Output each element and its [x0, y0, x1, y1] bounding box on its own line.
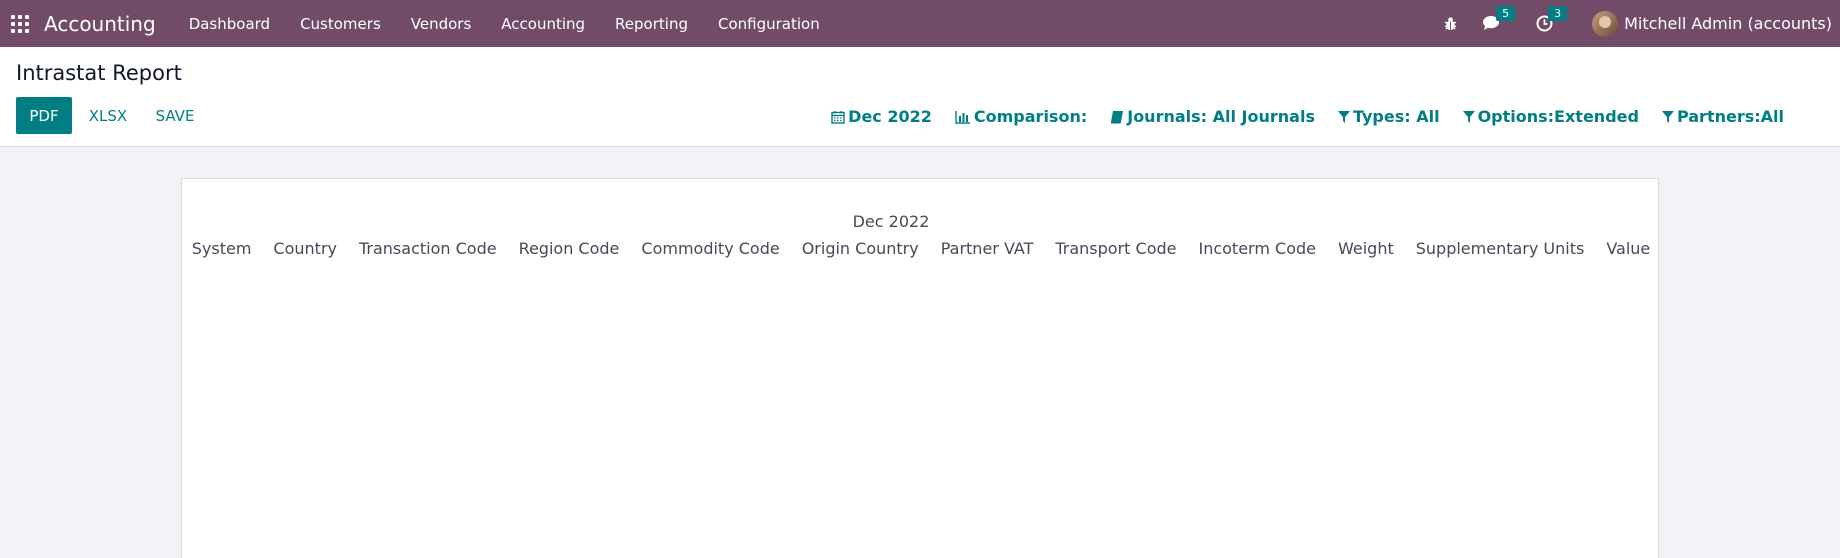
column-header-transaction-code: Transaction Code	[358, 239, 497, 258]
column-header-transport-code: Transport Code	[1055, 239, 1177, 258]
options-filter-label: Options:Extended	[1477, 107, 1639, 126]
menu-reporting[interactable]: Reporting	[600, 15, 703, 33]
messages-badge: 5	[1496, 5, 1516, 21]
column-header-region-code: Region Code	[518, 239, 620, 258]
app-name[interactable]: Accounting	[44, 12, 156, 36]
funnel-icon	[1337, 110, 1350, 123]
report-period-header: Dec 2022	[182, 212, 1660, 231]
column-header-supplementary-units: Supplementary Units	[1415, 239, 1585, 258]
column-header-value: Value	[1606, 239, 1651, 258]
report-period-label: Dec 2022	[852, 212, 930, 231]
bar-chart-icon	[955, 110, 970, 124]
debug-bug-icon[interactable]	[1440, 14, 1460, 34]
report-filters: Dec 2022 Comparison: Journals: All Journ…	[808, 107, 1784, 126]
menu-vendors[interactable]: Vendors	[396, 15, 487, 33]
column-header-country: Country	[273, 239, 337, 258]
funnel-icon	[1661, 110, 1674, 123]
column-header-incoterm-code: Incoterm Code	[1198, 239, 1316, 258]
comparison-filter-label: Comparison:	[973, 107, 1088, 126]
control-panel: Intrastat Report PDF XLSX SAVE Dec 2022 …	[0, 47, 1840, 147]
column-header-system: System	[191, 239, 252, 258]
apps-menu-icon[interactable]	[11, 14, 29, 33]
menu-dashboard[interactable]: Dashboard	[174, 15, 285, 33]
pdf-button[interactable]: PDF	[16, 97, 72, 134]
user-name[interactable]: Mitchell Admin (accounts)	[1624, 14, 1832, 33]
column-header-commodity-code: Commodity Code	[641, 239, 780, 258]
book-icon	[1111, 110, 1124, 123]
top-navbar: Accounting Dashboard Customers Vendors A…	[0, 0, 1840, 47]
column-header-partner-vat: Partner VAT	[940, 239, 1034, 258]
date-filter-label: Dec 2022	[848, 107, 932, 126]
menu-accounting[interactable]: Accounting	[486, 15, 600, 33]
report-sheet: Dec 2022 System Country Transaction Code…	[181, 178, 1659, 558]
activities-badge: 3	[1548, 5, 1568, 21]
column-header-origin-country: Origin Country	[801, 239, 919, 258]
options-filter[interactable]: Options:Extended	[1462, 107, 1639, 126]
messages-chat-icon[interactable]: 5	[1482, 5, 1516, 34]
funnel-icon	[1462, 110, 1475, 123]
types-filter-label: Types: All	[1352, 107, 1440, 126]
comparison-filter[interactable]: Comparison:	[955, 107, 1087, 126]
xlsx-button[interactable]: XLSX	[88, 97, 128, 134]
user-avatar[interactable]	[1592, 10, 1619, 37]
menu-configuration[interactable]: Configuration	[703, 15, 835, 33]
partners-filter-label: Partners:All	[1676, 107, 1784, 126]
column-header-weight: Weight	[1337, 239, 1394, 258]
partners-filter[interactable]: Partners:All	[1661, 107, 1784, 126]
calendar-icon	[831, 110, 845, 124]
save-button[interactable]: SAVE	[154, 97, 196, 134]
journals-filter[interactable]: Journals: All Journals	[1110, 107, 1315, 126]
menu-customers[interactable]: Customers	[285, 15, 396, 33]
date-filter[interactable]: Dec 2022	[831, 107, 932, 126]
activities-clock-icon[interactable]: 3	[1534, 5, 1568, 34]
page-title: Intrastat Report	[16, 61, 182, 85]
report-column-headers: System Country Transaction Code Region C…	[182, 239, 1660, 258]
journals-filter-label: Journals: All Journals	[1127, 107, 1315, 126]
types-filter[interactable]: Types: All	[1337, 107, 1440, 126]
